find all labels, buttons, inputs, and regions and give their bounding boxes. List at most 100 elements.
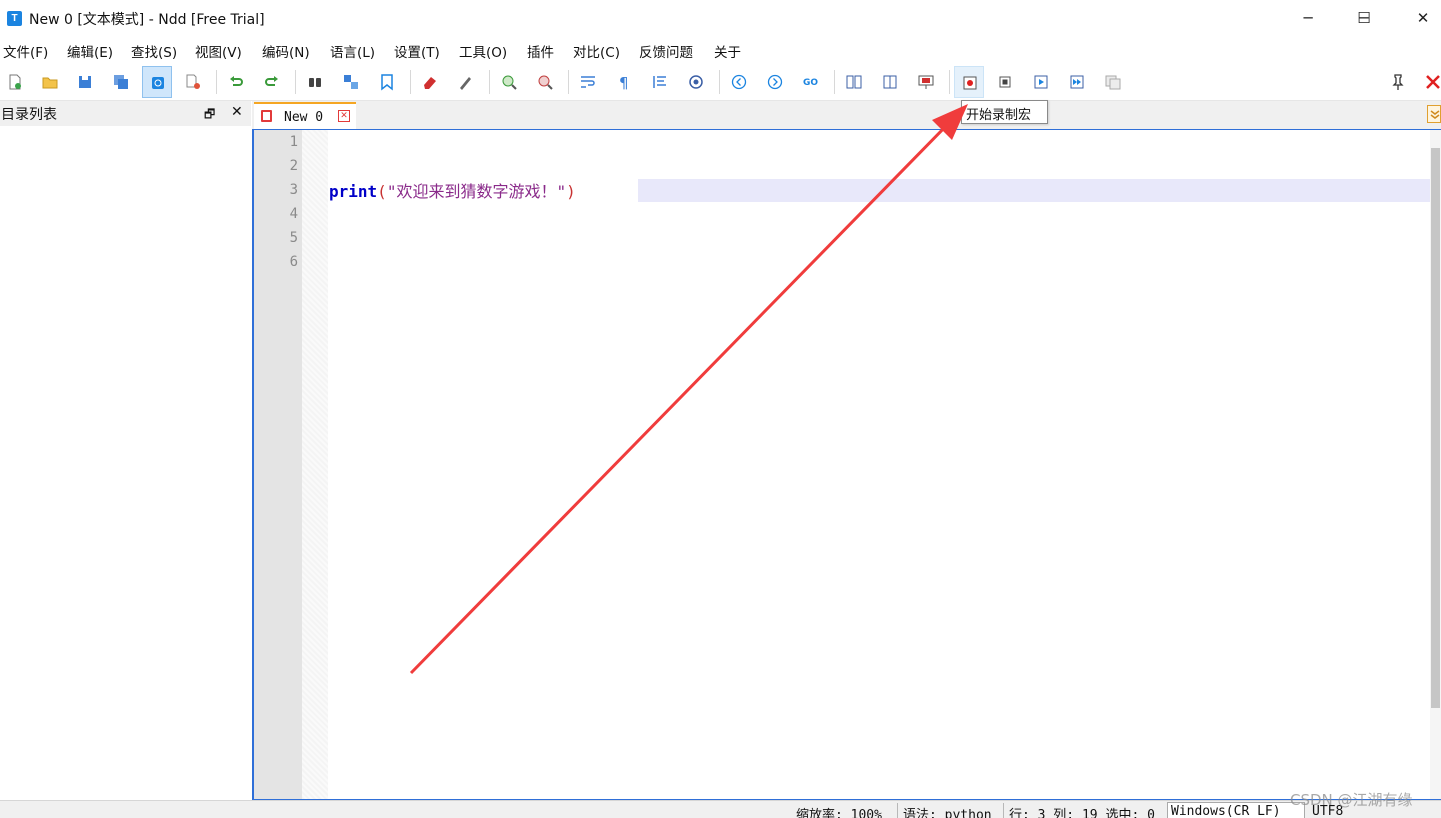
tab-list-button[interactable] (1427, 105, 1441, 123)
menu-search[interactable]: 查找(S) (131, 41, 177, 61)
menu-settings[interactable]: 设置(T) (394, 41, 440, 61)
close-panel-icon[interactable]: ✕ (231, 104, 243, 120)
goto-icon: GO (803, 78, 818, 88)
minimize-icon: ─ (1303, 9, 1313, 27)
code-close-paren: ) (566, 182, 576, 201)
menu-plugins[interactable]: 插件 (527, 41, 554, 61)
clean-button[interactable] (451, 66, 481, 98)
menu-view[interactable]: 视图(V) (195, 41, 242, 61)
word-wrap-button[interactable] (573, 66, 603, 98)
maximize-button[interactable]: ☐ (1339, 0, 1389, 36)
menu-compare[interactable]: 对比(C) (573, 41, 620, 61)
tab-bar: New 0 ✕ (252, 101, 1441, 129)
code-keyword: print (329, 182, 378, 201)
play-icon (1034, 75, 1048, 89)
stop-record-macro-button[interactable] (990, 66, 1020, 98)
redo-button[interactable] (257, 66, 287, 98)
save-all-button[interactable] (106, 66, 136, 98)
close-file-button[interactable] (178, 66, 208, 98)
new-file-icon (9, 74, 21, 90)
line-number: 3 (289, 182, 298, 198)
svg-text:GO: GO (803, 78, 818, 88)
line-ending-select[interactable]: Windows(CR LF) (1167, 802, 1305, 818)
start-record-macro-button[interactable] (954, 66, 984, 98)
watermark: CSDN @江湖有缘 (1290, 791, 1413, 809)
line-number: 2 (289, 158, 298, 174)
line-number-gutter: 1 2 3 4 5 6 (254, 130, 302, 799)
menu-file[interactable]: 文件(F) (3, 41, 48, 61)
tab-new-0[interactable]: New 0 ✕ (254, 102, 356, 129)
clear-mark-button[interactable] (415, 66, 445, 98)
run-macro-multiple-button[interactable] (1062, 66, 1092, 98)
code-string: "欢迎来到猜数字游戏！" (386, 182, 567, 201)
brush-icon (460, 77, 471, 90)
scrollbar-thumb[interactable] (1431, 148, 1440, 708)
svg-text:¶: ¶ (619, 74, 629, 91)
pin-icon (1392, 74, 1404, 90)
chevron-down-icon (1430, 110, 1440, 119)
record-icon (963, 76, 977, 90)
chevron-left-icon (731, 74, 747, 90)
save-macro-button[interactable] (1098, 66, 1128, 98)
dir-compare-button[interactable] (875, 66, 905, 98)
line-number: 1 (289, 134, 298, 150)
directory-panel-header: 目录列表 🗗 ✕ (0, 101, 251, 126)
minimize-button-area[interactable]: ─ (1283, 0, 1333, 36)
previous-button[interactable] (724, 66, 754, 98)
vertical-scrollbar[interactable] (1430, 130, 1441, 799)
zoom-out-icon (538, 75, 553, 90)
pin-button[interactable] (1383, 66, 1413, 98)
chevron-right-icon (767, 74, 783, 90)
open-file-button[interactable] (35, 66, 65, 98)
menu-tools[interactable]: 工具(O) (459, 41, 507, 61)
monitor-icon (918, 75, 934, 89)
text-mode-icon (152, 77, 164, 89)
close-file-icon (186, 74, 200, 89)
save-button[interactable] (70, 66, 100, 98)
replace-button[interactable] (336, 66, 366, 98)
target-button[interactable] (681, 66, 711, 98)
folder-icon (42, 77, 58, 89)
play-macro-button[interactable] (1026, 66, 1056, 98)
indent-guide-button[interactable] (645, 66, 675, 98)
zoom-in-button[interactable] (494, 66, 524, 98)
presentation-button[interactable] (911, 66, 941, 98)
undo-button[interactable] (221, 66, 251, 98)
menu-about[interactable]: 关于 (714, 41, 741, 61)
title-bar: T New 0 [文本模式] - Ndd [Free Trial] ─ (0, 0, 1441, 38)
replace-icon (344, 75, 358, 89)
restore-panel-icon[interactable]: 🗗 (204, 105, 215, 126)
menu-edit[interactable]: 编辑(E) (67, 41, 113, 61)
bookmark-icon (381, 74, 393, 91)
toolbar: ¶ GO (0, 63, 1441, 101)
window-title: New 0 [文本模式] - Ndd [Free Trial] (29, 12, 265, 28)
fold-margin (302, 130, 328, 799)
status-language[interactable]: 语法: python (903, 804, 992, 818)
bookmark-button[interactable] (372, 66, 402, 98)
next-button[interactable] (760, 66, 790, 98)
code-editor[interactable]: 1 2 3 4 5 6 print("欢迎来到猜数字游戏！") (252, 129, 1441, 800)
menu-encoding[interactable]: 编码(N) (262, 41, 310, 61)
line-number: 5 (289, 230, 298, 246)
stop-icon (999, 76, 1011, 88)
split-icon (883, 75, 897, 89)
tab-close-icon[interactable]: ✕ (338, 110, 350, 122)
line-number: 4 (289, 206, 298, 222)
menu-language[interactable]: 语言(L) (330, 41, 375, 61)
show-symbols-button[interactable]: ¶ (609, 66, 639, 98)
text-mode-button[interactable] (142, 66, 172, 98)
status-bar: 缩放率: 100% 语法: python 行: 3 列: 19 选中: 0 Wi… (0, 800, 1441, 818)
close-window-button[interactable]: ✕ (1398, 0, 1441, 36)
zoom-out-button[interactable] (530, 66, 560, 98)
goto-button[interactable]: GO (796, 66, 826, 98)
find-button[interactable] (300, 66, 330, 98)
line-ending-value: Windows(CR LF) (1171, 804, 1281, 818)
new-file-button[interactable] (0, 66, 30, 98)
target-icon (689, 75, 703, 89)
zoom-in-icon (502, 75, 517, 90)
close-document-button[interactable] (1418, 66, 1441, 98)
indent-icon (653, 76, 666, 88)
caret-line-highlight (638, 179, 1430, 202)
menu-feedback[interactable]: 反馈问题 (639, 41, 693, 61)
compare-button[interactable] (839, 66, 869, 98)
